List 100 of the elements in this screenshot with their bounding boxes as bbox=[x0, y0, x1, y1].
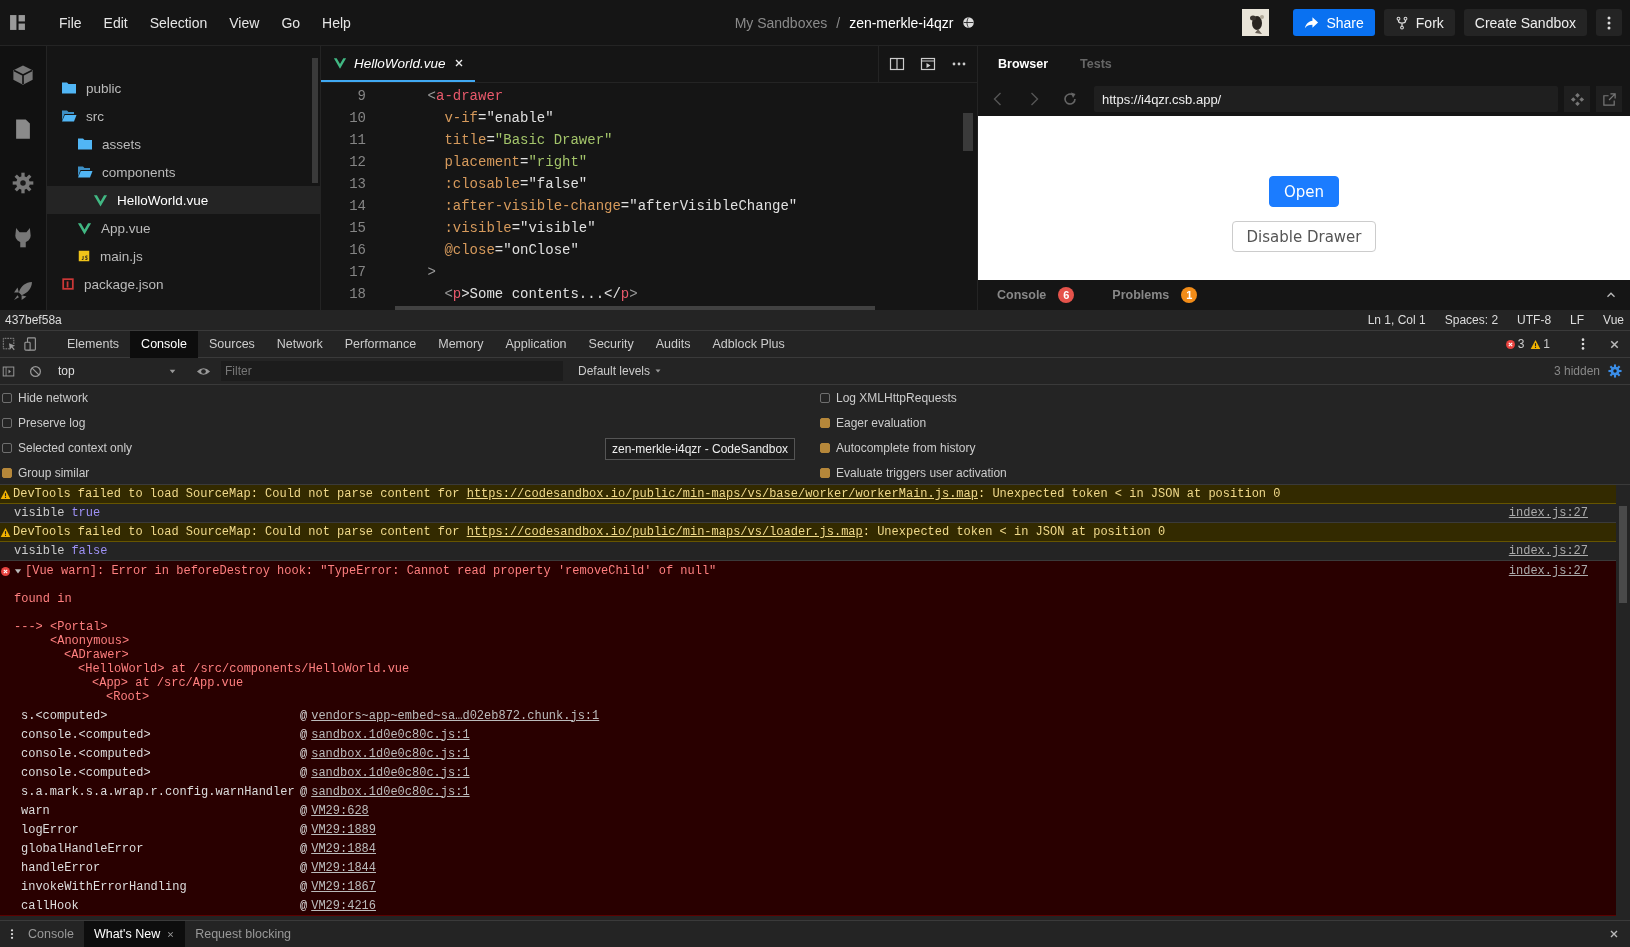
logo-icon[interactable] bbox=[9, 14, 26, 31]
stack-link[interactable]: vendors~app~embed~sa…d02eb872.chunk.js:1 bbox=[311, 708, 600, 723]
file-tree-item[interactable]: HelloWorld.vue bbox=[47, 186, 320, 214]
devtools-tab[interactable]: Console bbox=[130, 330, 198, 358]
open-button[interactable]: Open bbox=[1268, 176, 1340, 207]
menu-item[interactable]: Go bbox=[270, 14, 312, 31]
file-tree-item[interactable]: components bbox=[47, 158, 320, 186]
menu-item[interactable]: File bbox=[48, 14, 93, 31]
devtools-tab[interactable]: Audits bbox=[644, 330, 702, 358]
source-map-link[interactable]: https://codesandbox.io/public/min-maps/vs/loader.js.map bbox=[466, 525, 863, 539]
at-sign: @ bbox=[300, 765, 308, 780]
stack-link[interactable]: sandbox.1d0e0c80c.js:1 bbox=[311, 765, 470, 780]
stack-link[interactable]: VM29:1884 bbox=[311, 841, 376, 856]
source-link[interactable]: index.js:27 bbox=[1508, 564, 1588, 578]
editor-tab[interactable]: HelloWorld.vue bbox=[321, 46, 475, 82]
devtools-tab[interactable]: Elements bbox=[56, 330, 131, 358]
preview-tab[interactable]: Browser bbox=[987, 53, 1060, 75]
checkbox[interactable] bbox=[820, 392, 830, 403]
checkbox[interactable] bbox=[2, 392, 12, 403]
devtools-tab[interactable]: Sources bbox=[198, 330, 266, 358]
status-item[interactable]: UTF-8 bbox=[1517, 313, 1552, 327]
checkbox[interactable] bbox=[820, 467, 830, 478]
disable-drawer-button[interactable]: Disable Drawer bbox=[1231, 221, 1377, 252]
globe-icon bbox=[962, 16, 976, 29]
menu-item[interactable]: Help bbox=[311, 14, 362, 31]
stack-link[interactable]: VM29:1867 bbox=[311, 879, 376, 894]
reload-icon[interactable] bbox=[1062, 91, 1078, 107]
sidebar-icon[interactable] bbox=[2, 364, 15, 378]
checkbox[interactable] bbox=[2, 467, 12, 478]
status-item[interactable]: Vue bbox=[1603, 313, 1624, 327]
file-tree-item[interactable]: App.vue bbox=[47, 214, 320, 242]
url-field[interactable]: https://i4qzr.csb.app/ bbox=[1094, 86, 1558, 112]
devtools-tab[interactable]: Application bbox=[494, 330, 578, 358]
component-trace-line: ---> <Portal> bbox=[14, 620, 109, 634]
file-tree-item[interactable]: package.json bbox=[47, 270, 320, 298]
context-select[interactable]: top bbox=[55, 361, 182, 381]
source-map-link[interactable]: https://codesandbox.io/public/min-maps/vs/base/worker/workerMain.js.map bbox=[466, 487, 978, 501]
drawer-tab[interactable]: Request blocking bbox=[185, 921, 302, 947]
count-badge: 1 bbox=[1181, 287, 1198, 303]
checkbox[interactable] bbox=[2, 442, 12, 453]
triangle-down-icon[interactable] bbox=[13, 566, 23, 576]
devtools-tab[interactable]: Network bbox=[265, 330, 334, 358]
source-link[interactable]: index.js:27 bbox=[1508, 544, 1588, 559]
stack-link[interactable]: sandbox.1d0e0c80c.js:1 bbox=[311, 784, 470, 799]
menu-item[interactable]: Edit bbox=[92, 14, 139, 31]
devtools-tab[interactable]: Adblock Plus bbox=[701, 330, 796, 358]
checkbox[interactable] bbox=[820, 417, 830, 428]
menu-item[interactable]: Selection bbox=[138, 14, 219, 31]
scrollbar-thumb[interactable] bbox=[963, 113, 973, 151]
breadcrumb-link[interactable]: My Sandboxes bbox=[734, 14, 828, 31]
open-window-button[interactable] bbox=[1596, 86, 1622, 112]
cat-icon[interactable] bbox=[12, 226, 34, 248]
devtools-tab[interactable]: Performance bbox=[333, 330, 428, 358]
source-link[interactable]: index.js:27 bbox=[1508, 506, 1588, 521]
levels-dropdown[interactable]: Default levels bbox=[572, 363, 669, 379]
code-line: :after-visible-change="afterVisibleChange" bbox=[443, 197, 798, 216]
file-tree-item[interactable]: assets bbox=[47, 130, 320, 158]
device-icon[interactable] bbox=[24, 337, 38, 351]
inspect-icon[interactable] bbox=[2, 337, 16, 351]
clear-icon[interactable] bbox=[29, 364, 42, 378]
status-item[interactable]: Ln 1, Col 1 bbox=[1367, 313, 1426, 327]
line-number: 14 bbox=[348, 197, 366, 216]
fork-button[interactable]: Fork bbox=[1383, 9, 1455, 36]
devtools-tab[interactable]: Security bbox=[577, 330, 645, 358]
diamond-icon bbox=[1569, 91, 1585, 107]
share-button[interactable]: Share bbox=[1293, 9, 1375, 36]
file-tree-item[interactable]: public bbox=[47, 74, 320, 102]
panel-tab[interactable]: Problems bbox=[1112, 288, 1170, 302]
status-item[interactable]: Spaces: 2 bbox=[1444, 313, 1499, 327]
stack-link[interactable]: VM29:1889 bbox=[311, 822, 376, 837]
stack-link[interactable]: VM29:628 bbox=[311, 803, 369, 818]
drawer-tab[interactable]: Console bbox=[18, 921, 84, 947]
rocket-icon[interactable] bbox=[12, 280, 34, 302]
stack-link[interactable]: VM29:1844 bbox=[311, 860, 376, 875]
more-button[interactable] bbox=[1596, 9, 1622, 36]
split-icon[interactable] bbox=[889, 56, 905, 72]
menu-item[interactable]: View bbox=[218, 14, 271, 31]
panel-tab[interactable]: Console bbox=[997, 288, 1047, 302]
status-item[interactable]: LF bbox=[1570, 313, 1585, 327]
checkbox[interactable] bbox=[820, 442, 830, 453]
devtools-tab[interactable]: Memory bbox=[427, 330, 495, 358]
close-icon[interactable] bbox=[1608, 928, 1620, 940]
scrollbar-thumb[interactable] bbox=[312, 58, 318, 183]
settings-icon[interactable] bbox=[1608, 364, 1622, 378]
filter-field[interactable]: Filter bbox=[221, 361, 563, 381]
preview-icon[interactable] bbox=[920, 56, 936, 72]
cube-icon[interactable] bbox=[12, 64, 34, 86]
create-sandbox-button[interactable]: Create Sandbox bbox=[1463, 9, 1587, 36]
file-tree-item[interactable]: main.js bbox=[47, 242, 320, 270]
checkbox[interactable] bbox=[2, 417, 12, 428]
file-tree-item[interactable]: src bbox=[47, 102, 320, 130]
drawer-tab[interactable]: What's New bbox=[83, 921, 186, 947]
stack-link[interactable]: sandbox.1d0e0c80c.js:1 bbox=[311, 746, 470, 761]
stack-link[interactable]: VM29:4216 bbox=[311, 898, 376, 913]
stack-function: callHook bbox=[21, 898, 80, 913]
stack-link[interactable]: sandbox.1d0e0c80c.js:1 bbox=[311, 727, 470, 742]
line-number: 16 bbox=[348, 241, 366, 260]
diamond-button[interactable] bbox=[1564, 86, 1590, 112]
scrollbar-thumb[interactable] bbox=[1619, 506, 1627, 603]
error-count: 3 bbox=[1517, 337, 1525, 351]
